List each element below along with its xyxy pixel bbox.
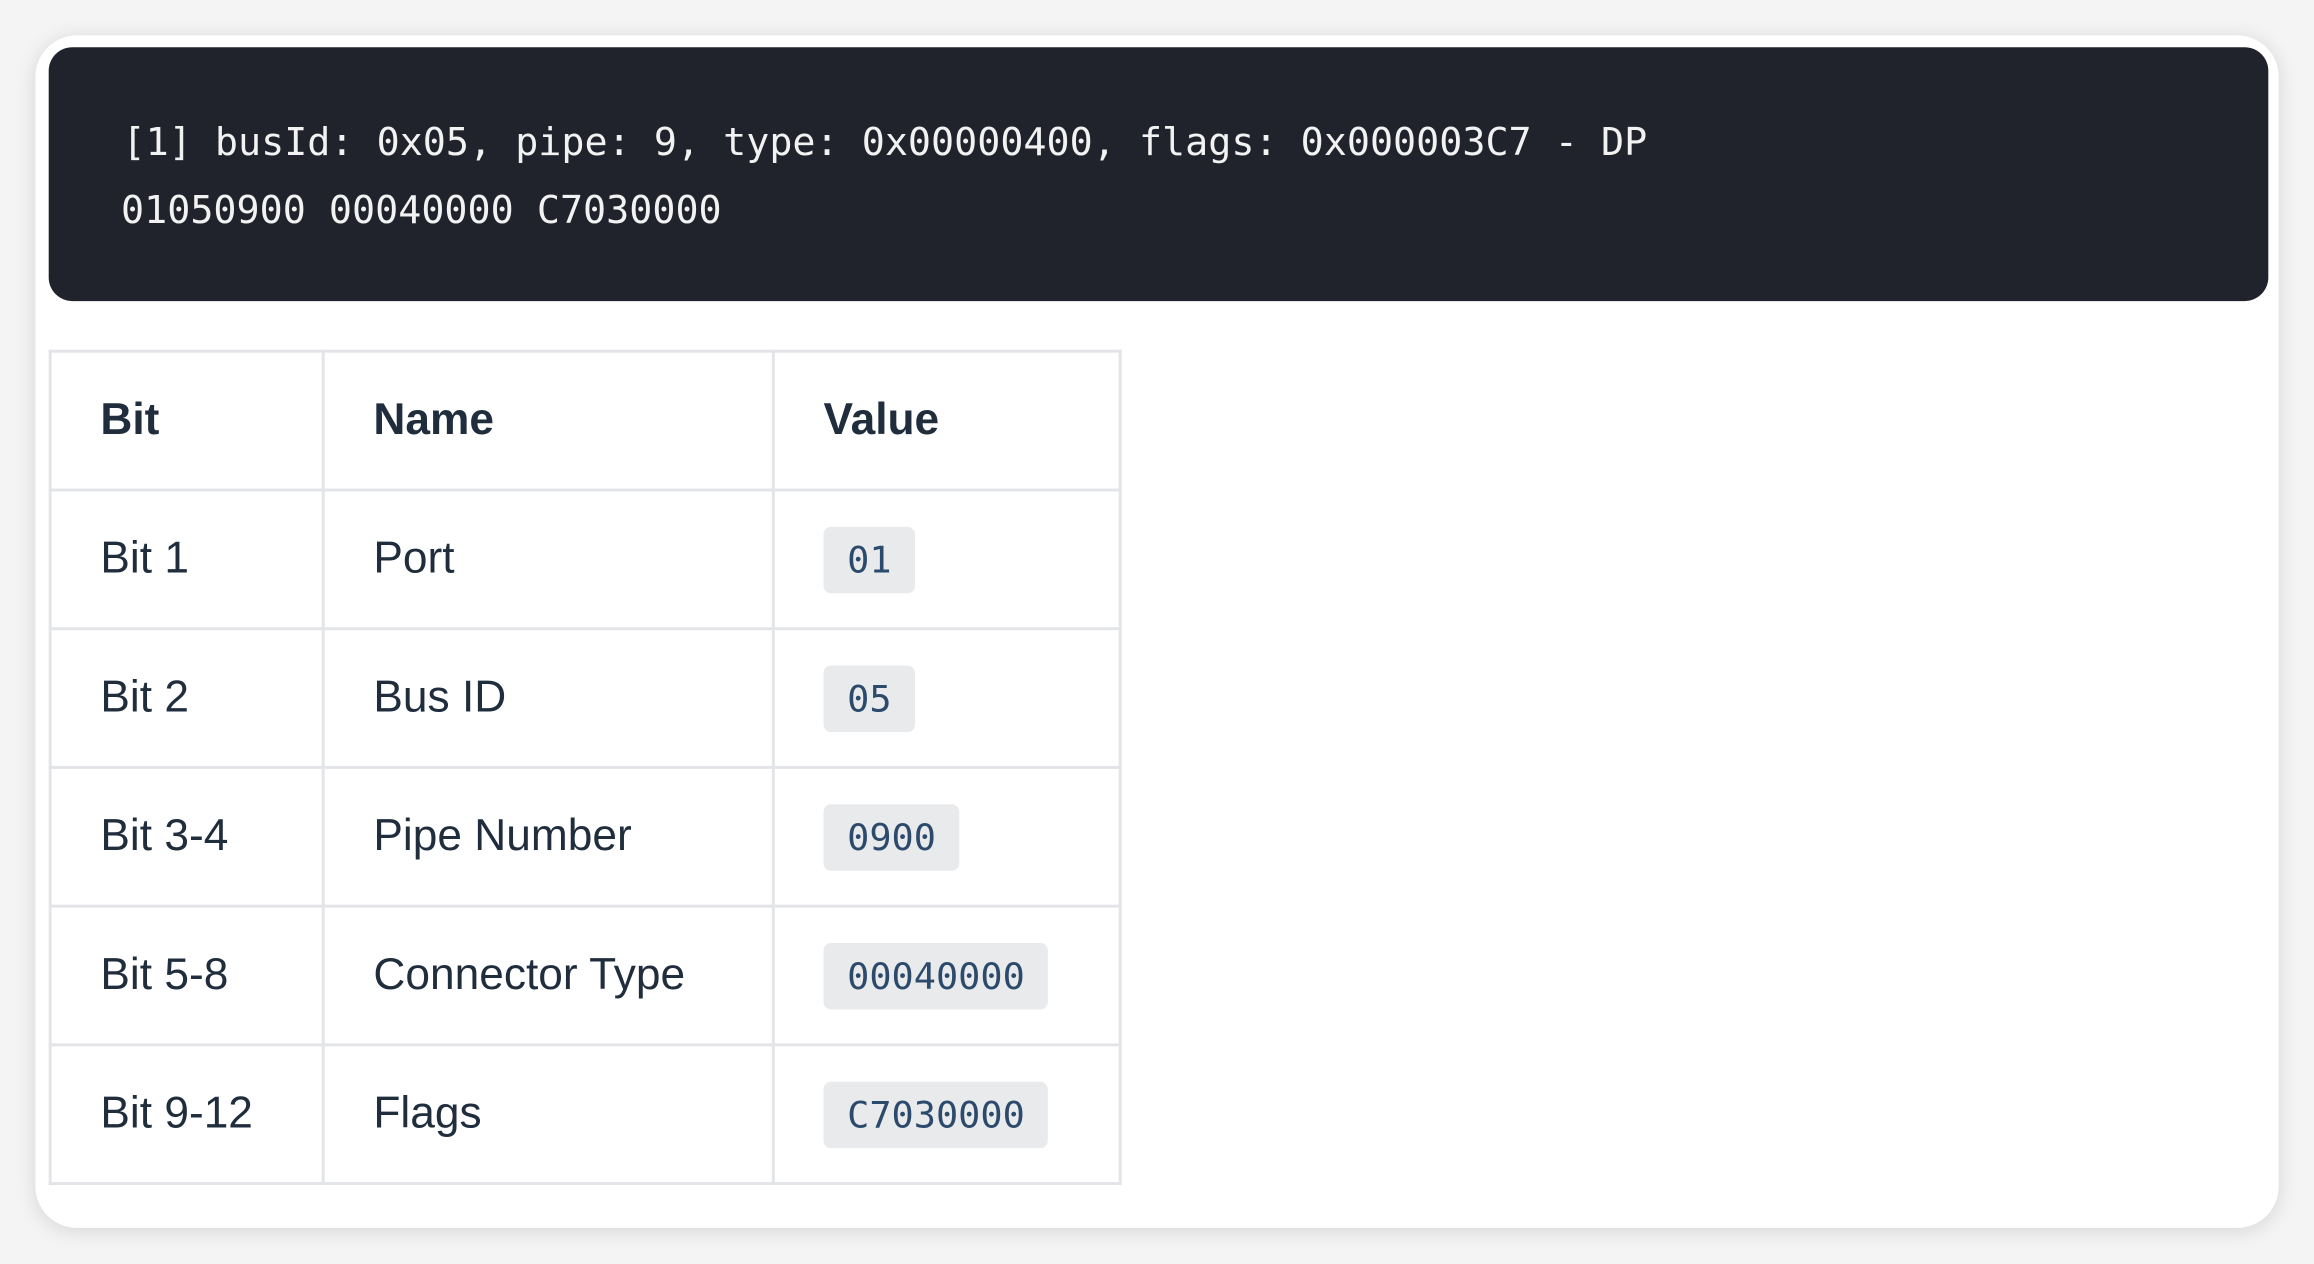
value-code: C7030000: [823, 1081, 1049, 1148]
value-code: 05: [823, 664, 916, 732]
code-block: [1] busId: 0x05, pipe: 9, type: 0x000004…: [48, 47, 2269, 302]
header-value: Value: [771, 349, 1122, 492]
cell-bit: Bit 1: [48, 488, 325, 631]
code-line: [1] busId: 0x05, pipe: 9, type: 0x000004…: [122, 121, 1648, 166]
bit-table: Bit Name Value Bit 1 Port 01 Bit 2 Bus I…: [48, 349, 1122, 1186]
cell-name: Flags: [321, 1043, 775, 1186]
cell-bit: Bit 5-8: [48, 904, 325, 1047]
header-bit: Bit: [48, 349, 325, 492]
table-row: Bit 1 Port 01: [48, 488, 1122, 631]
value-code: 00040000: [823, 942, 1049, 1009]
cell-value: 05: [771, 627, 1122, 769]
page: [1] busId: 0x05, pipe: 9, type: 0x000004…: [0, 0, 2314, 1264]
value-code: 01: [823, 526, 916, 593]
cell-value: C7030000: [771, 1043, 1122, 1186]
cell-name: Port: [321, 488, 775, 631]
cell-bit: Bit 3-4: [48, 765, 325, 908]
table-row: Bit 5-8 Connector Type 00040000: [48, 904, 1122, 1047]
cell-name: Pipe Number: [321, 765, 775, 908]
cell-value: 0900: [771, 765, 1122, 908]
cell-bit: Bit 9-12: [48, 1043, 325, 1186]
cell-name: Bus ID: [321, 627, 775, 769]
value-code: 0900: [823, 803, 960, 870]
table-row: Bit 3-4 Pipe Number 0900: [48, 765, 1122, 908]
cell-name: Connector Type: [321, 904, 775, 1047]
cell-bit: Bit 2: [48, 627, 325, 769]
cell-value: 00040000: [771, 904, 1122, 1047]
table-row: Bit 9-12 Flags C7030000: [48, 1043, 1122, 1186]
content-card: [1] busId: 0x05, pipe: 9, type: 0x000004…: [35, 35, 2279, 1228]
table-row: Bit 2 Bus ID 05: [48, 627, 1122, 769]
table-header-row: Bit Name Value: [48, 349, 1122, 492]
cell-value: 01: [771, 488, 1122, 631]
code-line: 01050900 00040000 C7030000: [121, 188, 722, 234]
header-name: Name: [321, 349, 775, 492]
